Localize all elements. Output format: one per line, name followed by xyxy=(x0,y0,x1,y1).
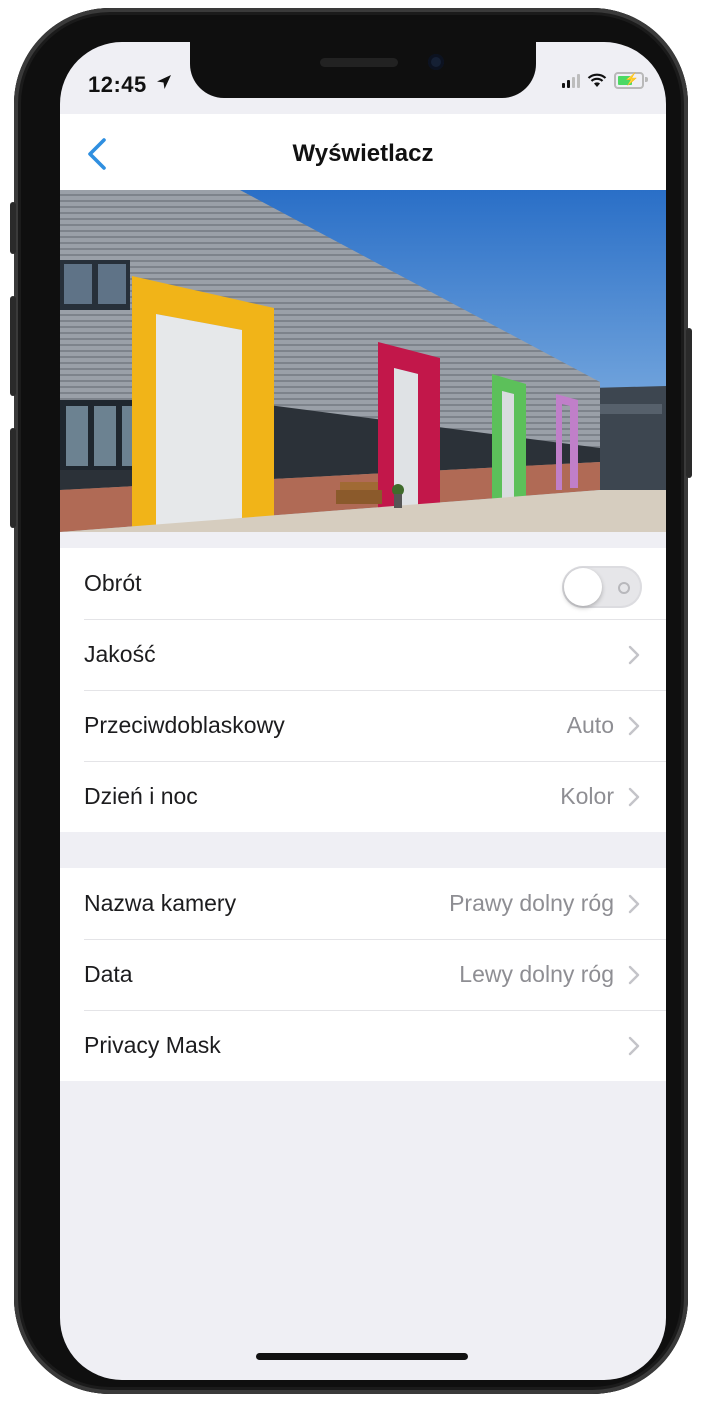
toggle-knob xyxy=(564,568,602,606)
volume-up-button xyxy=(10,296,16,396)
row-value-camera-name: Prawy dolny róg xyxy=(449,890,614,916)
home-indicator[interactable] xyxy=(256,1353,468,1360)
row-quality[interactable]: Jakość xyxy=(60,619,666,690)
cellular-signal-icon xyxy=(562,73,580,88)
wifi-icon xyxy=(587,73,607,87)
row-day-night[interactable]: Dzień i noc Kolor xyxy=(60,761,666,832)
row-date[interactable]: Data Lewy dolny róg xyxy=(60,939,666,1010)
row-camera-name[interactable]: Nazwa kamery Prawy dolny róg xyxy=(60,868,666,939)
settings-section-1: Obrót Jakość Przeciwdoblaskowy Auto Dzie… xyxy=(60,548,666,832)
row-label-quality: Jakość xyxy=(84,641,156,667)
row-anti-glare[interactable]: Przeciwdoblaskowy Auto xyxy=(60,690,666,761)
battery-charging-icon: ⚡ xyxy=(614,72,648,89)
row-value-day-night: Kolor xyxy=(560,783,614,809)
chevron-right-icon xyxy=(628,645,640,665)
chevron-right-icon xyxy=(628,965,640,985)
row-value-date: Lewy dolny róg xyxy=(459,961,614,987)
camera-preview-image[interactable] xyxy=(60,190,666,532)
row-label-privacy-mask: Privacy Mask xyxy=(84,1032,221,1058)
chevron-right-icon xyxy=(628,716,640,736)
notch xyxy=(190,42,536,98)
status-time: 12:45 xyxy=(88,72,147,97)
row-rotation: Obrót xyxy=(60,548,666,619)
toggle-off-indicator-icon xyxy=(618,582,630,594)
chevron-right-icon xyxy=(628,1036,640,1056)
volume-down-button xyxy=(10,428,16,528)
row-privacy-mask[interactable]: Privacy Mask xyxy=(60,1010,666,1081)
power-button xyxy=(686,328,692,478)
chevron-right-icon xyxy=(628,787,640,807)
settings-section-2: Nazwa kamery Prawy dolny róg Data Lewy d… xyxy=(60,868,666,1081)
row-value-anti-glare: Auto xyxy=(566,712,614,738)
row-label-anti-glare: Przeciwdoblaskowy xyxy=(84,712,285,738)
row-label-day-night: Dzień i noc xyxy=(84,783,198,809)
row-label-rotation: Obrót xyxy=(84,570,142,596)
page-title: Wyświetlacz xyxy=(292,140,434,167)
mute-switch xyxy=(10,202,16,254)
phone-screen: 12:45 ⚡ Wyświetlacz Obrót Jakość Przeciw… xyxy=(60,42,666,1380)
speaker-grille xyxy=(320,58,398,67)
chevron-right-icon xyxy=(628,894,640,914)
front-camera xyxy=(428,54,444,70)
row-label-camera-name: Nazwa kamery xyxy=(84,890,237,916)
row-label-date: Data xyxy=(84,961,133,987)
status-icons: ⚡ xyxy=(562,72,648,89)
rotation-toggle[interactable] xyxy=(562,566,642,608)
navigation-bar: Wyświetlacz xyxy=(60,114,666,190)
location-arrow-icon xyxy=(157,75,171,89)
